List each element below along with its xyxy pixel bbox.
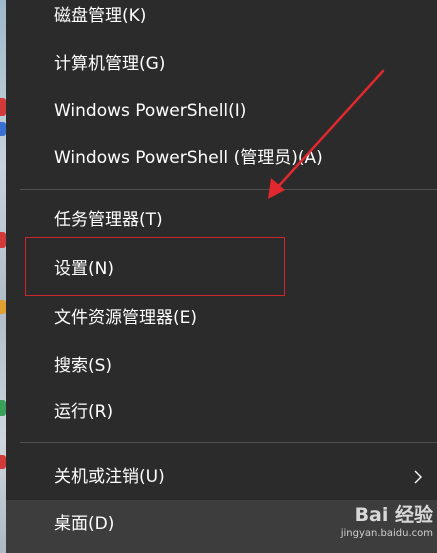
menu-item-label: 计算机管理(G) <box>54 54 166 74</box>
baidu-jingyan-watermark: Bai 经验 jingyan.baidu.com <box>283 503 433 551</box>
menu-item-label: 文件资源管理器(E) <box>54 308 198 328</box>
menu-separator <box>20 189 437 190</box>
chevron-right-icon <box>414 470 422 484</box>
menu-item-label: 桌面(D) <box>54 514 115 534</box>
screenshot-stage: 磁盘管理(K) 计算机管理(G) Windows PowerShell(I) W… <box>0 0 437 553</box>
watermark-url: jingyan.baidu.com <box>340 528 433 539</box>
menu-item-shutdown-signout[interactable]: 关机或注销(U) <box>6 454 437 500</box>
menu-item-computer-management[interactable]: 计算机管理(G) <box>6 41 437 87</box>
annotation-highlight-box <box>25 237 285 296</box>
menu-item-label: 运行(R) <box>54 402 114 422</box>
menu-item-label: 磁盘管理(K) <box>54 6 147 26</box>
menu-item-powershell-admin[interactable]: Windows PowerShell (管理员)(A) <box>6 135 437 181</box>
menu-item-label: Windows PowerShell(I) <box>54 101 247 121</box>
menu-item-label: 搜索(S) <box>54 356 113 376</box>
menu-separator <box>20 442 437 443</box>
watermark-logo: Bai 经验 <box>354 504 433 526</box>
menu-item-powershell[interactable]: Windows PowerShell(I) <box>6 88 437 134</box>
menu-item-label: 关机或注销(U) <box>54 467 165 487</box>
menu-item-file-explorer[interactable]: 文件资源管理器(E) <box>6 295 437 341</box>
menu-item-search[interactable]: 搜索(S) <box>6 343 437 389</box>
menu-item-run[interactable]: 运行(R) <box>6 389 437 435</box>
menu-item-disk-management[interactable]: 磁盘管理(K) <box>6 0 437 39</box>
menu-item-label: Windows PowerShell (管理员)(A) <box>54 148 323 168</box>
